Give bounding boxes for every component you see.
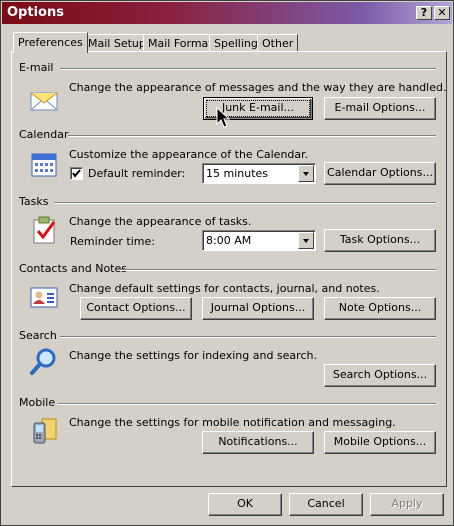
cancel-button[interactable]: Cancel [289,493,363,516]
chevron-down-icon[interactable] [298,232,314,249]
help-button[interactable]: ? [416,6,432,20]
chevron-down-icon[interactable] [298,165,314,182]
contact-options-button[interactable]: Contact Options... [80,297,192,320]
mobile-phone-icon [33,418,57,444]
mobile-options-button[interactable]: Mobile Options... [324,431,436,454]
mobile-description: Change the settings for mobile notificat… [69,416,396,429]
calendar-icon [31,153,57,177]
task-options-button[interactable]: Task Options... [324,229,436,252]
window-title: Options [7,5,64,20]
close-button[interactable]: ✕ [434,6,450,20]
section-label-tasks: Tasks [19,195,49,208]
reminder-time-select[interactable]: 8:00 AM [202,230,316,251]
section-label-search: Search [19,329,57,342]
section-label-calendar: Calendar [19,128,69,141]
section-label-email: E-mail [19,61,54,74]
default-reminder-label: Default reminder: [88,167,186,180]
default-reminder-checkbox[interactable] [70,167,83,180]
mouse-pointer-icon [216,107,230,128]
contact-card-icon [30,287,58,308]
search-description: Change the settings for indexing and sea… [69,349,317,362]
calendar-description: Customize the appearance of the Calendar… [69,148,309,161]
search-options-button[interactable]: Search Options... [324,364,436,387]
section-separator [54,202,436,204]
title-bar[interactable]: Options ? ✕ [2,2,452,24]
email-options-button[interactable]: E-mail Options... [324,97,436,120]
options-dialog: Options ? ✕ Preferences Mail Setup Mail … [0,0,454,526]
reminder-time-label: Reminder time: [70,235,155,248]
checkmark-icon [72,169,81,178]
magnifier-icon [30,348,56,375]
section-separator [120,269,436,271]
tasks-description: Change the appearance of tasks. [69,215,252,228]
tab-preferences[interactable]: Preferences [13,32,88,53]
email-description: Change the appearance of messages and th… [69,81,447,94]
calendar-options-button[interactable]: Calendar Options... [324,162,436,185]
tab-other[interactable]: Other [257,34,299,52]
section-label-contacts: Contacts and Notes [19,262,127,275]
section-separator [60,336,436,338]
section-separator [68,135,436,137]
default-reminder-select[interactable]: 15 minutes [202,163,316,184]
journal-options-button[interactable]: Journal Options... [202,297,314,320]
note-options-button[interactable]: Note Options... [324,297,436,320]
section-separator [58,403,436,405]
section-label-mobile: Mobile [19,396,56,409]
default-reminder-value: 15 minutes [206,167,269,180]
email-envelope-icon [30,92,58,111]
ok-button[interactable]: OK [208,493,282,516]
apply-button[interactable]: Apply [370,493,444,516]
notifications-button[interactable]: Notifications... [202,431,314,454]
tab-spelling[interactable]: Spelling [209,34,263,52]
tab-mail-format[interactable]: Mail Format [143,34,218,52]
contacts-description: Change default settings for contacts, jo… [69,282,380,295]
reminder-time-value: 8:00 AM [206,234,252,247]
tab-mail-setup[interactable]: Mail Setup [83,34,151,52]
task-clipboard-icon [33,216,56,244]
section-separator [60,68,436,70]
